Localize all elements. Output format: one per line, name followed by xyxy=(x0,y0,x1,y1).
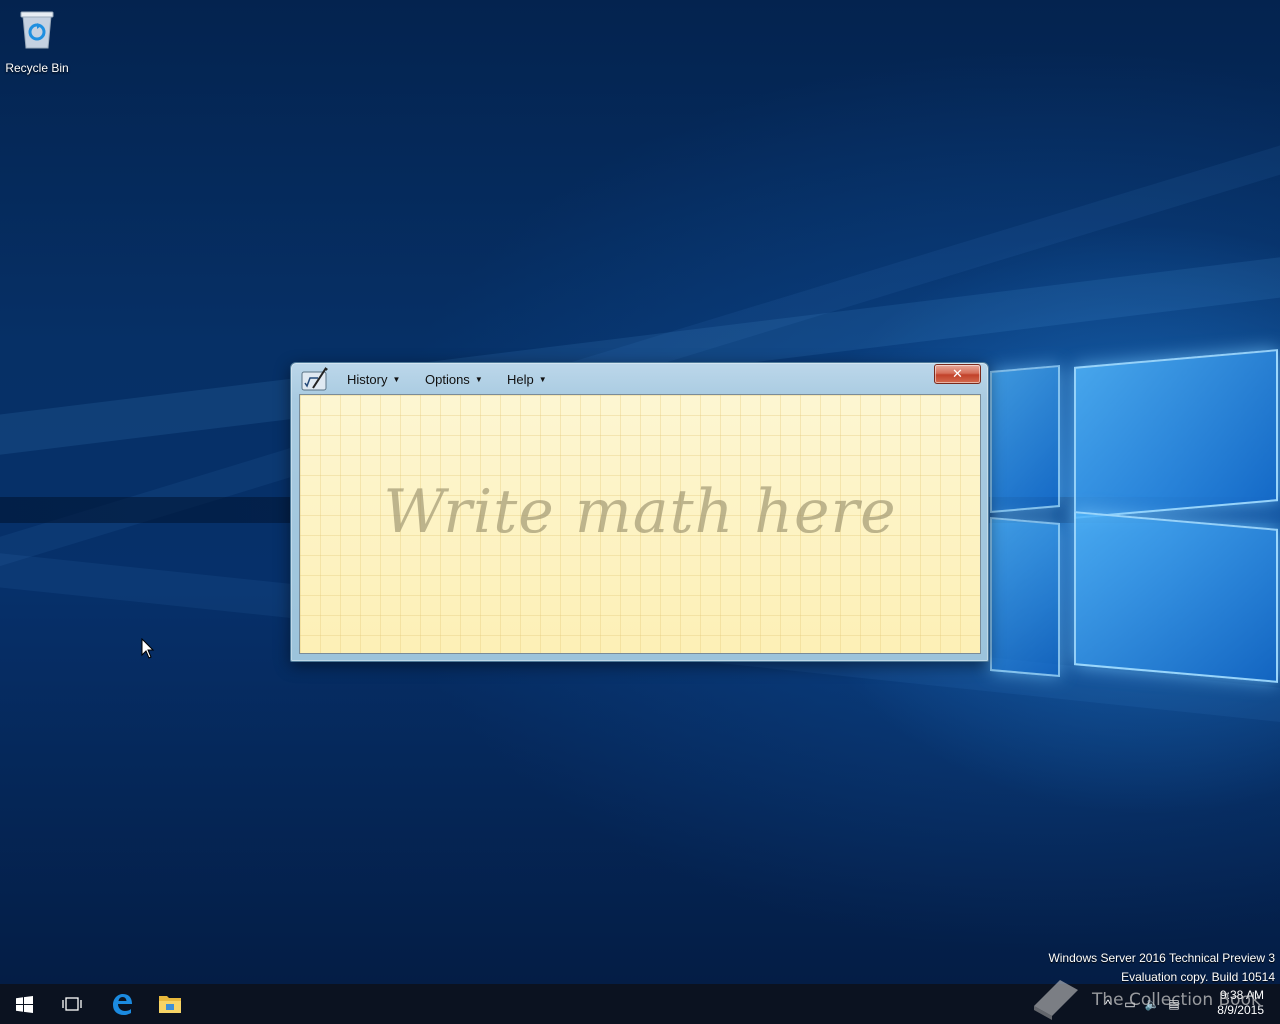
windows-logo-pane xyxy=(990,516,1060,678)
windows-logo-pane xyxy=(1074,349,1278,519)
math-input-app-icon[interactable] xyxy=(301,366,329,392)
history-menu-label: History xyxy=(347,372,388,387)
recycle-bin-icon xyxy=(20,11,54,49)
task-view-button[interactable] xyxy=(48,984,96,1024)
writing-canvas[interactable]: Write math here xyxy=(299,394,981,654)
windows-start-icon xyxy=(15,995,33,1013)
watermark-line: Windows Server 2016 Technical Preview 3 xyxy=(1048,951,1275,965)
chevron-down-icon: ▼ xyxy=(474,375,483,384)
windows-logo-pane xyxy=(1074,511,1278,683)
recycle-bin-label: Recycle Bin xyxy=(5,61,69,75)
watermark-line: Evaluation copy. Build 10514 xyxy=(1121,970,1275,984)
folder-icon xyxy=(159,996,181,1013)
history-menu[interactable]: History ▼ xyxy=(343,370,404,389)
task-view-icon xyxy=(62,997,82,1011)
canvas-hint-text: Write math here xyxy=(383,477,897,547)
close-button[interactable]: ✕ xyxy=(934,364,981,384)
chevron-down-icon: ▼ xyxy=(538,375,547,384)
options-menu[interactable]: Options ▼ xyxy=(421,370,487,389)
watermark-overlay-text: The Collection Book xyxy=(1092,990,1261,1010)
book-logo-icon xyxy=(1034,980,1078,1020)
close-icon: ✕ xyxy=(952,366,963,381)
math-input-panel-window[interactable]: History ▼ Options ▼ Help ▼ ✕ Write math her… xyxy=(290,362,989,662)
edge-browser-button[interactable] xyxy=(98,984,146,1024)
help-menu-label: Help xyxy=(507,372,534,387)
edge-browser-icon xyxy=(113,994,132,1015)
mouse-pointer-icon xyxy=(141,638,155,659)
file-explorer-button[interactable] xyxy=(146,984,194,1024)
options-menu-label: Options xyxy=(425,372,470,387)
taskbar: ^ ▭ 🔈 ▤ 9:38 AM 8/9/2015 xyxy=(0,984,1280,1024)
os-watermark: Windows Server 2016 Technical Preview 3 … xyxy=(1048,949,1275,984)
start-button[interactable] xyxy=(0,984,48,1024)
chevron-down-icon: ▼ xyxy=(392,375,401,384)
recycle-bin-shortcut[interactable]: Recycle Bin xyxy=(4,6,70,75)
help-menu[interactable]: Help ▼ xyxy=(503,370,551,389)
windows-logo-pane xyxy=(990,364,1060,514)
